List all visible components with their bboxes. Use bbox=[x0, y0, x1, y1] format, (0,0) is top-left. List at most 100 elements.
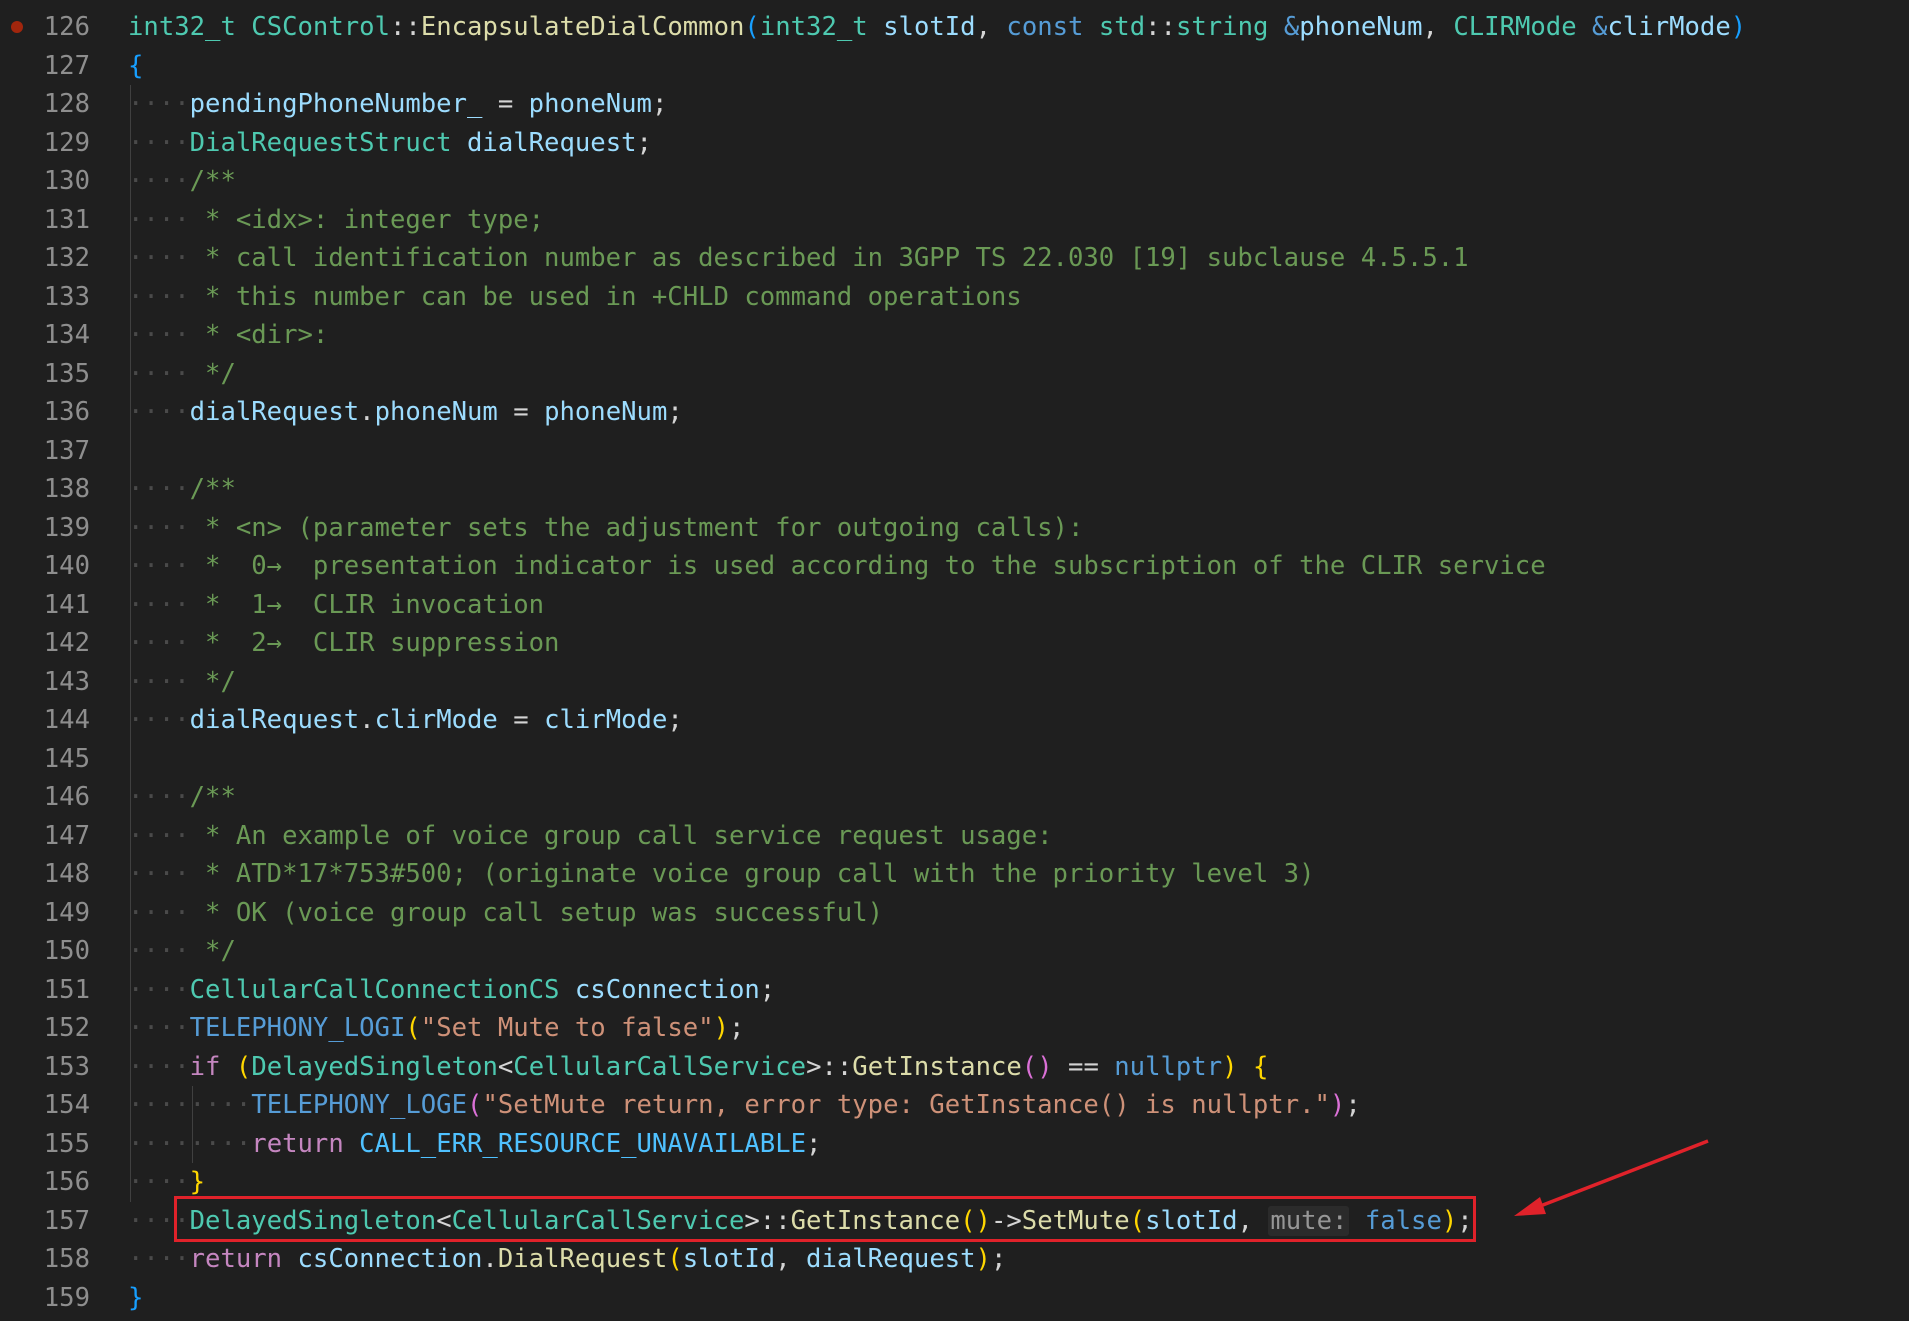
code-text: ···· */ bbox=[128, 358, 236, 389]
code-line[interactable]: 153 ····if (DelayedSingleton<CellularCall… bbox=[0, 1048, 1909, 1087]
code-line[interactable]: 138 ····/** bbox=[0, 470, 1909, 509]
annotation-arrow-icon bbox=[1514, 1139, 1709, 1216]
code-text: ········return CALL_ERR_RESOURCE_UNAVAIL… bbox=[128, 1128, 822, 1159]
line-number: 134 bbox=[43, 320, 90, 350]
code-line[interactable]: 144 ····dialRequest.clirMode = clirMode; bbox=[0, 701, 1909, 740]
line-number: 143 bbox=[43, 666, 90, 697]
code-line[interactable]: 126 int32_t CSControl::EncapsulateDialCom… bbox=[0, 8, 1909, 47]
line-number: 129 bbox=[43, 127, 90, 158]
code-line[interactable]: 128 ····pendingPhoneNumber_ = phoneNum; bbox=[0, 85, 1909, 124]
code-text: ····/** bbox=[128, 782, 236, 812]
code-text: ···· * 1→ CLIR invocation bbox=[128, 589, 545, 620]
code-text: ········TELEPHONY_LOGE("SetMute return, … bbox=[128, 1090, 1361, 1120]
code-line[interactable]: 151 ····CellularCallConnectionCS csConnec… bbox=[0, 971, 1909, 1010]
line-number: 158 bbox=[43, 1244, 90, 1274]
code-line[interactable]: 148 ···· * ATD*17*753#500; (originate voi… bbox=[0, 855, 1909, 894]
code-line[interactable]: 130 ····/** bbox=[0, 162, 1909, 201]
code-line[interactable]: 134 ···· * <dir>: bbox=[0, 316, 1909, 355]
line-number: 142 bbox=[43, 628, 90, 658]
line-number: 130 bbox=[43, 166, 90, 196]
code-text: ···· * OK (voice group call setup was su… bbox=[128, 897, 884, 928]
code-line[interactable]: 140 ···· * 0→ presentation indicator is u… bbox=[0, 547, 1909, 586]
line-number: 151 bbox=[43, 974, 90, 1005]
code-text: ···· * 0→ presentation indicator is used… bbox=[128, 551, 1546, 581]
line-number: 140 bbox=[43, 551, 90, 581]
code-line[interactable]: 146 ····/** bbox=[0, 778, 1909, 817]
line-number: 154 bbox=[43, 1090, 90, 1120]
line-number: 148 bbox=[43, 859, 90, 889]
line-number: 139 bbox=[43, 512, 90, 543]
code-text: ····dialRequest.phoneNum = phoneNum; bbox=[128, 397, 683, 427]
code-text: ····CellularCallConnectionCS csConnectio… bbox=[128, 974, 776, 1005]
line-number: 150 bbox=[43, 936, 90, 966]
code-line[interactable]: 137 bbox=[0, 432, 1909, 471]
code-text: ···· */ bbox=[128, 936, 236, 966]
line-number: 137 bbox=[43, 435, 90, 466]
code-text: { bbox=[128, 50, 144, 81]
code-line[interactable]: 158 ····return csConnection.DialRequest(s… bbox=[0, 1240, 1909, 1279]
line-number: 127 bbox=[43, 50, 90, 81]
code-text: ····if (DelayedSingleton<CellularCallSer… bbox=[128, 1051, 1269, 1082]
code-text: ···· * <n> (parameter sets the adjustmen… bbox=[128, 512, 1084, 543]
code-text: } bbox=[128, 1282, 144, 1313]
code-text: ···· * An example of voice group call se… bbox=[128, 820, 1053, 851]
code-line[interactable]: 159} bbox=[0, 1279, 1909, 1318]
indent-guide bbox=[191, 1086, 193, 1163]
code-line[interactable]: 136 ····dialRequest.phoneNum = phoneNum; bbox=[0, 393, 1909, 432]
code-text: ···· * <dir>: bbox=[128, 320, 329, 350]
code-text: ····pendingPhoneNumber_ = phoneNum; bbox=[128, 89, 668, 119]
indent-guide bbox=[130, 85, 131, 1202]
code-line[interactable]: 145 bbox=[0, 740, 1909, 779]
code-text: ···· */ bbox=[128, 666, 236, 697]
code-editor[interactable]: 126 int32_t CSControl::EncapsulateDialCom… bbox=[0, 8, 1909, 1318]
code-line[interactable]: 141 ···· * 1→ CLIR invocation bbox=[0, 586, 1909, 625]
line-number: 128 bbox=[43, 89, 90, 119]
code-text: ····return csConnection.DialRequest(slot… bbox=[128, 1244, 1007, 1274]
highlight-annotation-box bbox=[174, 1196, 1476, 1242]
code-line[interactable]: 154 ········TELEPHONY_LOGE("SetMute retur… bbox=[0, 1086, 1909, 1125]
line-number: 149 bbox=[43, 897, 90, 928]
code-line[interactable]: 142 ···· * 2→ CLIR suppression bbox=[0, 624, 1909, 663]
line-number: 144 bbox=[43, 705, 90, 735]
code-text: ····DialRequestStruct dialRequest; bbox=[128, 127, 652, 158]
code-line[interactable]: 139 ···· * <n> (parameter sets the adjust… bbox=[0, 509, 1909, 548]
code-line[interactable]: 143 ···· */ bbox=[0, 663, 1909, 702]
line-number: 133 bbox=[43, 281, 90, 312]
code-line[interactable]: 135 ···· */ bbox=[0, 355, 1909, 394]
code-line[interactable]: 127 { bbox=[0, 47, 1909, 86]
line-number: 156 bbox=[43, 1167, 90, 1197]
code-text: ····TELEPHONY_LOGI("Set Mute to false"); bbox=[128, 1013, 745, 1043]
line-number: 141 bbox=[43, 589, 90, 620]
line-number: 145 bbox=[43, 743, 90, 774]
line-number: 157 bbox=[43, 1205, 90, 1236]
line-number: 126 bbox=[43, 12, 90, 42]
line-number: 132 bbox=[43, 243, 90, 273]
code-text: ···· * this number can be used in +CHLD … bbox=[128, 281, 1022, 312]
line-number: 138 bbox=[43, 474, 90, 504]
code-line[interactable]: 131 ···· * <idx>: integer type; bbox=[0, 201, 1909, 240]
line-number: 146 bbox=[43, 782, 90, 812]
code-text: ···· * <idx>: integer type; bbox=[128, 204, 545, 235]
code-text: int32_t CSControl::EncapsulateDialCommon… bbox=[128, 12, 1747, 42]
code-line[interactable]: 149 ···· * OK (voice group call setup was… bbox=[0, 894, 1909, 933]
code-line[interactable]: 147 ···· * An example of voice group call… bbox=[0, 817, 1909, 856]
line-number: 135 bbox=[43, 358, 90, 389]
code-line[interactable]: 132 ···· * call identification number as … bbox=[0, 239, 1909, 278]
code-text: ····/** bbox=[128, 474, 236, 504]
line-number: 152 bbox=[43, 1013, 90, 1043]
code-line[interactable]: 129 ····DialRequestStruct dialRequest; bbox=[0, 124, 1909, 163]
code-line[interactable]: 152 ····TELEPHONY_LOGI("Set Mute to false… bbox=[0, 1009, 1909, 1048]
line-number: 159 bbox=[43, 1282, 90, 1313]
line-number: 147 bbox=[43, 820, 90, 851]
line-number: 131 bbox=[43, 204, 90, 235]
code-text: ···· * call identification number as des… bbox=[128, 243, 1469, 273]
line-number: 153 bbox=[43, 1051, 90, 1082]
code-text: ····/** bbox=[128, 166, 236, 196]
code-text: ···· * 2→ CLIR suppression bbox=[128, 628, 560, 658]
line-number: 155 bbox=[43, 1128, 90, 1159]
line-number: 136 bbox=[43, 397, 90, 427]
code-text: ···· * ATD*17*753#500; (originate voice … bbox=[128, 859, 1315, 889]
code-line[interactable]: 133 ···· * this number can be used in +CH… bbox=[0, 278, 1909, 317]
code-text: ····dialRequest.clirMode = clirMode; bbox=[128, 705, 683, 735]
code-line[interactable]: 150 ···· */ bbox=[0, 932, 1909, 971]
